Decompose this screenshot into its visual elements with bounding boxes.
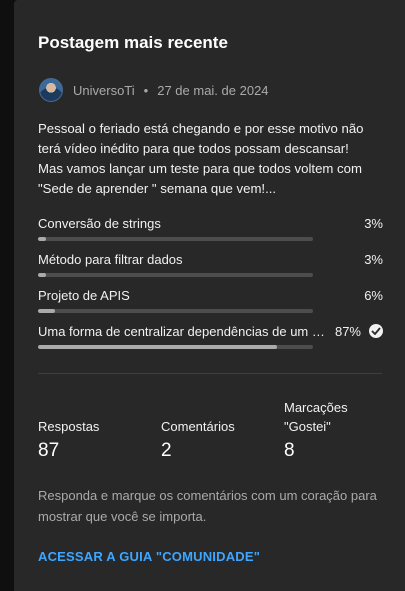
post-author-row: UniversoTi • 27 de mai. de 2024 xyxy=(38,78,269,102)
poll-option-label: Projeto de APIS xyxy=(38,288,130,303)
post-date: 27 de mai. de 2024 xyxy=(157,82,269,98)
check-circle-icon xyxy=(369,324,383,338)
poll-option-bar xyxy=(38,309,313,313)
poll-option-label: Método para filtrar dados xyxy=(38,252,183,267)
post-text[interactable]: Pessoal o feriado está chegando e por es… xyxy=(38,119,373,199)
poll-option-selected[interactable]: Uma forma de centralizar dependências de… xyxy=(38,324,383,360)
poll-option-bar-fill xyxy=(38,309,55,313)
poll-option-bar-fill xyxy=(38,237,47,241)
poll-option-bar-fill xyxy=(38,345,278,349)
stat-value: 87 xyxy=(38,440,60,461)
poll-option[interactable]: Projeto de APIS 6% xyxy=(38,288,383,324)
post-stats: Respostas 87 Comentários 2 Marcações "Go… xyxy=(38,392,383,462)
card-title: Postagem mais recente xyxy=(38,33,228,52)
poll-option-label: Conversão de strings xyxy=(38,216,161,231)
channel-avatar[interactable] xyxy=(39,78,63,102)
hint-text: Responda e marque os comentários com um … xyxy=(38,488,377,524)
stat-label: Respostas xyxy=(38,419,100,434)
channel-name[interactable]: UniversoTi xyxy=(73,83,135,98)
stat-value: 2 xyxy=(161,440,172,461)
poll-option-bar xyxy=(38,237,313,241)
poll-option-percent: 3% xyxy=(364,252,383,267)
poll: Conversão de strings 3% Método para filt… xyxy=(38,216,383,360)
stat-replies: Respostas 87 xyxy=(38,417,99,462)
poll-option-bar-fill xyxy=(38,273,47,277)
poll-option-percent: 87% xyxy=(334,324,361,339)
poll-option-percent: 6% xyxy=(364,288,383,303)
stat-comments: Comentários 2 xyxy=(161,417,235,462)
poll-option-label: Uma forma de centralizar dependências de… xyxy=(38,324,328,339)
community-tab-link[interactable]: ACESSAR A GUIA "COMUNIDADE" xyxy=(38,549,260,564)
separator-dot: • xyxy=(143,82,149,98)
stat-label: Marcações "Gostei" xyxy=(284,400,348,434)
poll-option-percent: 3% xyxy=(364,216,383,231)
poll-option-bar xyxy=(38,345,313,349)
stat-value: 8 xyxy=(284,440,295,461)
stat-label: Comentários xyxy=(161,419,235,434)
latest-post-card: Postagem mais recente UniversoTi • 27 de… xyxy=(14,0,405,591)
poll-option[interactable]: Método para filtrar dados 3% xyxy=(38,252,383,288)
poll-option[interactable]: Conversão de strings 3% xyxy=(38,216,383,252)
stat-likes: Marcações "Gostei" 8 xyxy=(284,398,364,462)
poll-option-bar xyxy=(38,273,313,277)
divider xyxy=(38,373,382,374)
